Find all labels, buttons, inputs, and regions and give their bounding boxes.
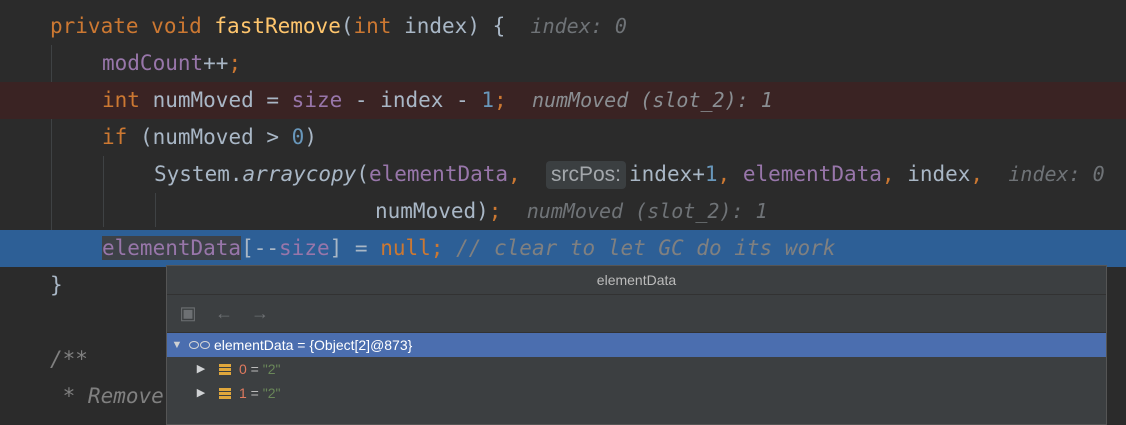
inline-debug-value: numMoved (slot_2): 1 [526,199,768,223]
line-comment: // clear to let GC do its work [443,236,836,260]
code-line-modcount[interactable]: modCount++; [0,45,1126,82]
number-literal: 1 [481,88,494,112]
expand-arrow-icon[interactable]: ▶ [195,357,207,381]
inline-debug-value: index: 0 [1008,162,1105,186]
code-line-arraycopy-cont[interactable]: numMoved); numMoved (slot_2): 1 [0,193,1126,230]
keyword-int: int [353,14,392,38]
method-arraycopy: arraycopy [242,162,357,186]
bracket-open: [ [241,236,254,260]
back-arrow-icon[interactable]: ← [213,303,235,324]
close-paren: ) [304,125,317,149]
collapse-arrow-icon[interactable]: ▼ [171,333,183,357]
open-paren: ( [340,14,354,38]
variable-name: elementData [214,337,294,353]
field-size: size [279,236,330,260]
close-brace: ) { [467,14,506,38]
equals-sign: = [246,361,263,377]
code-line-current-execution[interactable]: elementData[--size] = null; // clear to … [0,230,1126,267]
javadoc-comment: * Remove [50,384,164,408]
arg-index: index+ [629,162,705,186]
assign-op: = [342,236,381,260]
expr-text: - index - [342,88,482,112]
popup-title: elementData [167,266,1106,295]
arg-nummoved: numMoved) [375,199,489,223]
semicolon: ; [488,199,502,223]
semicolon: ; [228,51,242,75]
popup-toolbar: ▣ ← → [167,295,1106,333]
arg-index: index [907,162,971,186]
element-value: "2" [262,385,281,401]
comma: , [970,162,984,186]
increment-op: ++ [203,51,229,75]
code-line-if[interactable]: if (numMoved > 0) [0,119,1126,156]
inline-debug-value: index: 0 [530,14,627,38]
keyword-null: null [380,236,431,260]
forward-arrow-icon[interactable]: → [249,303,271,324]
element-value: "2" [262,361,281,377]
number-literal: 0 [291,125,305,149]
field-elementdata: elementData [742,162,882,186]
javadoc-comment: /** [50,347,88,371]
tree-root-row[interactable]: ▼ elementData = {Object[2]@873} [167,333,1106,357]
semicolon: ; [493,88,507,112]
variable-inspector-popup[interactable]: elementData ▣ ← → ▼ elementData = {Objec… [166,265,1107,425]
array-element-icon [219,363,231,375]
expand-arrow-icon[interactable]: ▶ [195,381,207,405]
nummoved-decl: numMoved = [152,88,292,112]
tree-child-row[interactable]: ▶ 1 = "2" [167,381,1106,405]
system-class: System. [154,162,243,186]
inline-debug-value: numMoved (slot_2): 1 [531,88,773,112]
open-paren: ( [356,162,369,186]
array-element-icon [219,387,231,399]
keyword-private: private [50,14,139,38]
semicolon: ; [430,236,444,260]
closing-brace: } [50,273,63,297]
element-index: 0 [239,361,247,377]
equals-sign: = [246,385,263,401]
field-size: size [291,88,343,112]
field-elementdata: elementData [102,236,242,260]
parameter-name-hint: srcPos: [546,161,627,189]
field-modcount: modCount [102,51,204,75]
folder-icon[interactable]: ▣ [177,303,199,324]
equals-sign: = [293,337,310,353]
keyword-void: void [151,14,202,38]
variable-value: {Object[2]@873} [309,337,413,353]
code-line-arraycopy[interactable]: System.arraycopy(elementData, srcPos: ind… [0,156,1126,193]
comma: , [508,162,534,186]
field-elementdata: elementData [368,162,509,186]
comma: , [881,162,908,186]
watch-glasses-icon [189,341,210,349]
if-condition: (numMoved > [127,125,292,149]
decrement-op: -- [253,236,280,260]
code-line-nummoved[interactable]: int numMoved = size - index - 1; numMove… [0,82,1126,119]
comma: , [717,162,743,186]
variable-tree[interactable]: ▼ elementData = {Object[2]@873} ▶ 0 = "2… [167,333,1106,405]
tree-child-row[interactable]: ▶ 0 = "2" [167,357,1106,381]
method-name: fastRemove [214,14,341,38]
keyword-if: if [102,125,128,149]
code-line-method-signature[interactable]: private void fastRemove(int index) { ind… [0,8,1126,45]
element-index: 1 [239,385,247,401]
param-name: index [404,14,468,38]
bracket-close: ] [329,236,343,260]
keyword-int: int [102,88,140,112]
number-literal: 1 [704,162,718,186]
